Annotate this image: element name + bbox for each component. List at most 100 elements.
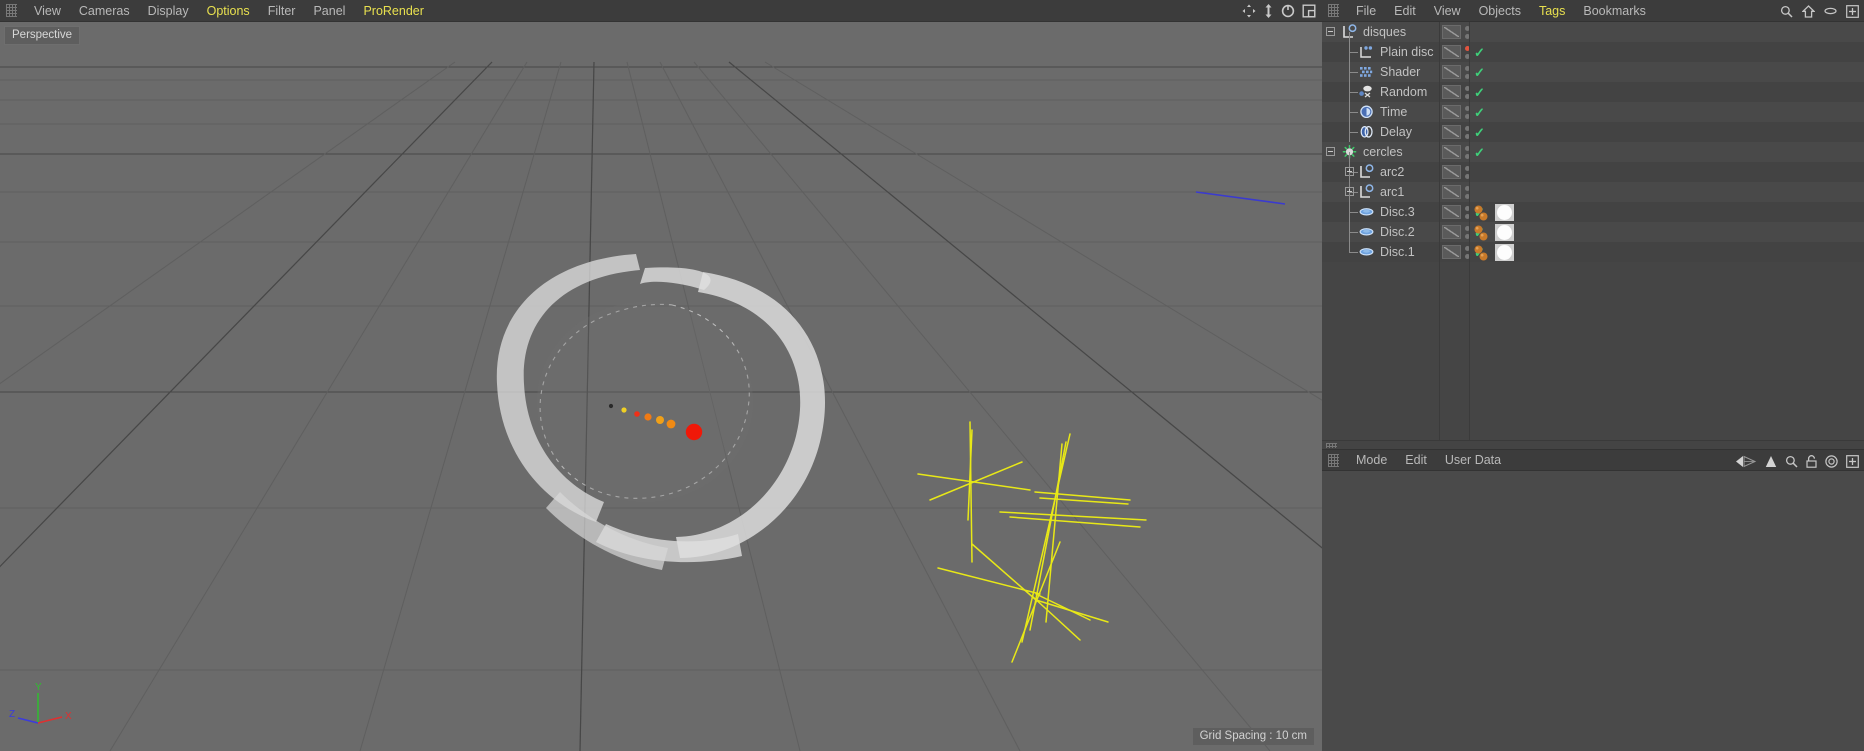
object-manager-menu-edit[interactable]: Edit xyxy=(1385,2,1425,20)
object-manager-menu-tags[interactable]: Tags xyxy=(1530,2,1574,20)
material-thumbnail[interactable] xyxy=(1495,203,1514,221)
back-nav-icon[interactable] xyxy=(1735,455,1757,468)
object-label[interactable]: arc1 xyxy=(1380,185,1404,199)
object-row-arc1[interactable]: arc1 xyxy=(1322,172,1864,212)
layer-color-slot[interactable] xyxy=(1442,65,1461,79)
material-thumbnail[interactable] xyxy=(1495,223,1514,241)
column-divider-2[interactable] xyxy=(1469,22,1470,440)
object-label[interactable]: arc2 xyxy=(1380,165,1404,179)
collapse-button[interactable] xyxy=(1326,27,1335,36)
object-label[interactable]: Plain disc xyxy=(1380,45,1434,59)
object-row-arc2[interactable]: arc2 xyxy=(1322,152,1864,192)
rotate-icon[interactable] xyxy=(1281,4,1295,18)
object-row-columns xyxy=(1442,182,1486,202)
enable-checkmark[interactable]: ✓ xyxy=(1474,66,1486,79)
layer-color-slot[interactable] xyxy=(1442,45,1461,59)
object-row-columns: ✓ xyxy=(1442,62,1486,82)
object-row-random[interactable]: Random ✓ xyxy=(1322,72,1864,112)
time-effector-icon xyxy=(1358,104,1375,120)
object-row-disques[interactable]: disques xyxy=(1322,22,1864,42)
tree-branch-line xyxy=(1349,112,1358,113)
layer-color-slot[interactable] xyxy=(1442,225,1461,239)
attribute-manager-body[interactable] xyxy=(1322,471,1864,751)
search-icon[interactable] xyxy=(1785,455,1798,468)
up-nav-icon[interactable] xyxy=(1765,455,1777,468)
object-manager-menu-bookmarks[interactable]: Bookmarks xyxy=(1574,2,1655,20)
viewport-menu-display[interactable]: Display xyxy=(139,2,198,20)
object-label[interactable]: disques xyxy=(1363,25,1406,39)
object-row-cercles[interactable]: cercles ✓ xyxy=(1322,142,1864,162)
enable-checkmark[interactable]: ✓ xyxy=(1474,106,1486,119)
material-tag-stack[interactable] xyxy=(1474,203,1494,221)
perspective-viewport[interactable]: Perspective Grid Spacing : 10 cm Y X Z xyxy=(0,22,1322,751)
layer-color-slot[interactable] xyxy=(1442,205,1461,219)
panel-resize-handle[interactable] xyxy=(1322,440,1864,449)
layer-color-slot[interactable] xyxy=(1442,25,1461,39)
viewport-menu-grip-icon[interactable] xyxy=(6,4,17,17)
viewport-menu-filter[interactable]: Filter xyxy=(259,2,305,20)
object-manager-grip-icon[interactable] xyxy=(1328,4,1339,17)
material-thumbnail[interactable] xyxy=(1495,243,1514,261)
layer-color-slot[interactable] xyxy=(1442,245,1461,259)
move-icon[interactable] xyxy=(1242,4,1256,18)
collapse-button[interactable] xyxy=(1326,147,1335,156)
object-row-disc-3[interactable]: Disc.3✓ xyxy=(1322,192,1864,232)
viewport-menu-view[interactable]: View xyxy=(25,2,70,20)
viewport-menu-options[interactable]: Options xyxy=(198,2,259,20)
maximize-icon[interactable] xyxy=(1846,454,1859,468)
object-manager-menu-objects[interactable]: Objects xyxy=(1470,2,1530,20)
layer-color-slot[interactable] xyxy=(1442,125,1461,139)
inner-disc-fill xyxy=(537,302,753,502)
attribute-manager-menu-mode[interactable]: Mode xyxy=(1347,451,1396,469)
object-row-shader[interactable]: Shader ✓ xyxy=(1322,52,1864,92)
column-divider-1[interactable] xyxy=(1439,22,1440,440)
attribute-manager-menu-user-data[interactable]: User Data xyxy=(1436,451,1510,469)
object-label[interactable]: Disc.3 xyxy=(1380,205,1415,219)
maximize-icon[interactable] xyxy=(1846,4,1859,18)
object-label[interactable]: cercles xyxy=(1363,145,1403,159)
material-tag-stack[interactable] xyxy=(1474,223,1494,241)
minimize-icon[interactable] xyxy=(1824,6,1837,16)
object-label[interactable]: Disc.1 xyxy=(1380,245,1415,259)
object-label[interactable]: Disc.2 xyxy=(1380,225,1415,239)
layer-color-slot[interactable] xyxy=(1442,165,1461,179)
object-row-disc-2[interactable]: Disc.2✓ xyxy=(1322,212,1864,252)
enable-checkmark[interactable]: ✓ xyxy=(1474,86,1486,99)
zoom-icon[interactable] xyxy=(1263,4,1274,18)
attribute-manager-grip-icon[interactable] xyxy=(1328,453,1339,467)
object-label[interactable]: Delay xyxy=(1380,125,1412,139)
object-row-delay[interactable]: Delay ✓ xyxy=(1322,112,1864,152)
object-manager-menu-view[interactable]: View xyxy=(1425,2,1470,20)
viewport-layout-icon[interactable] xyxy=(1302,4,1316,18)
attribute-manager-menu-edit[interactable]: Edit xyxy=(1396,451,1436,469)
object-row-name: Disc.1 xyxy=(1322,232,1415,262)
layer-color-slot[interactable] xyxy=(1442,145,1461,159)
layer-color-slot[interactable] xyxy=(1442,105,1461,119)
search-icon[interactable] xyxy=(1780,5,1793,18)
object-row-time[interactable]: Time ✓ xyxy=(1322,92,1864,132)
material-tag-stack[interactable] xyxy=(1474,243,1494,261)
delay-effector-icon xyxy=(1358,124,1375,140)
enable-checkmark[interactable]: ✓ xyxy=(1474,126,1486,139)
lock-icon[interactable] xyxy=(1806,454,1817,468)
tree-connector xyxy=(1343,232,1358,262)
viewport-menu-panel[interactable]: Panel xyxy=(304,2,354,20)
tree-connector xyxy=(1343,172,1358,212)
material-tag-icon[interactable] xyxy=(1479,250,1488,264)
object-label[interactable]: Time xyxy=(1380,105,1407,119)
home-icon[interactable] xyxy=(1802,4,1815,18)
enable-checkmark[interactable]: ✓ xyxy=(1474,146,1486,159)
enable-checkmark[interactable]: ✓ xyxy=(1474,46,1486,59)
object-label[interactable]: Random xyxy=(1380,85,1427,99)
object-row-disc-1[interactable]: Disc.1✓ xyxy=(1322,232,1864,262)
object-row-plain-disc[interactable]: Plain disc ✓ xyxy=(1322,32,1864,72)
object-manager-menu-file[interactable]: File xyxy=(1347,2,1385,20)
object-manager-body[interactable]: disques Plain disc ✓ Shader ✓ Random ✓ Time ✓ Del… xyxy=(1322,22,1864,440)
layer-color-slot[interactable] xyxy=(1442,185,1461,199)
viewport-menu-cameras[interactable]: Cameras xyxy=(70,2,139,20)
viewport-menu-prorender[interactable]: ProRender xyxy=(354,2,432,20)
target-icon[interactable] xyxy=(1825,454,1838,468)
tree-connector xyxy=(1343,72,1358,112)
layer-color-slot[interactable] xyxy=(1442,85,1461,99)
object-label[interactable]: Shader xyxy=(1380,65,1420,79)
